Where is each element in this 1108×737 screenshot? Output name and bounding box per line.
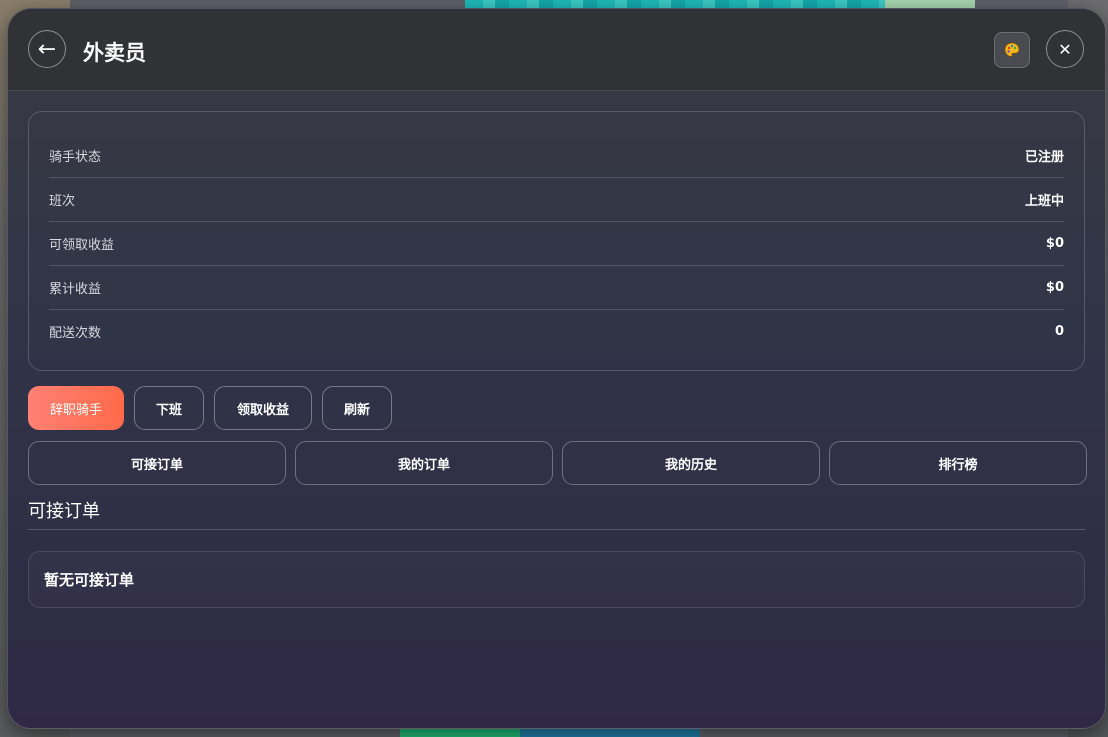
empty-state-text: 暂无可接订单 <box>44 571 135 589</box>
tab-available-orders[interactable]: 可接订单 <box>28 441 286 485</box>
page-title: 外卖员 <box>83 41 146 65</box>
resign-button[interactable]: 辞职骑手 <box>28 386 124 430</box>
empty-orders-card: 暂无可接订单 <box>28 551 1085 608</box>
info-label: 可领取收益 <box>49 238 115 253</box>
info-label: 班次 <box>49 194 76 209</box>
courier-panel: ← 外卖员 ✕ 骑手状态 已注册 班次 上班中 可领取收益 $0 累计收益 $0… <box>7 8 1106 729</box>
info-value: $0 <box>1045 236 1064 251</box>
tab-leaderboard[interactable]: 排行榜 <box>829 441 1087 485</box>
tab-bar: 可接订单 我的订单 我的历史 排行榜 <box>28 441 1087 485</box>
info-row-total-earnings: 累计收益 $0 <box>49 266 1064 310</box>
tab-my-history[interactable]: 我的历史 <box>562 441 820 485</box>
info-row-claimable: 可领取收益 $0 <box>49 222 1064 266</box>
claim-earnings-button[interactable]: 领取收益 <box>214 386 312 430</box>
palette-icon <box>1004 42 1020 57</box>
info-value: 上班中 <box>1024 194 1064 209</box>
back-button[interactable]: ← <box>28 30 66 68</box>
refresh-button[interactable]: 刷新 <box>322 386 392 430</box>
panel-header: ← 外卖员 ✕ <box>8 9 1105 91</box>
back-arrow-icon: ← <box>37 36 57 62</box>
theme-button[interactable] <box>994 32 1030 68</box>
info-row-status: 骑手状态 已注册 <box>49 134 1064 178</box>
info-row-shift: 班次 上班中 <box>49 178 1064 222</box>
info-label: 骑手状态 <box>49 150 102 165</box>
section-title: 可接订单 <box>28 501 100 522</box>
action-bar: 辞职骑手 下班 领取收益 刷新 <box>28 386 392 430</box>
info-value: 已注册 <box>1024 150 1064 165</box>
section-divider <box>28 529 1085 530</box>
rider-info-card: 骑手状态 已注册 班次 上班中 可领取收益 $0 累计收益 $0 配送次数 0 <box>28 111 1085 371</box>
info-value: 0 <box>1054 324 1064 339</box>
tab-my-orders[interactable]: 我的订单 <box>295 441 553 485</box>
info-label: 累计收益 <box>49 282 102 297</box>
close-icon: ✕ <box>1058 39 1072 59</box>
off-duty-button[interactable]: 下班 <box>134 386 204 430</box>
info-value: $0 <box>1045 280 1064 295</box>
info-row-deliveries: 配送次数 0 <box>49 310 1064 353</box>
close-button[interactable]: ✕ <box>1046 30 1084 68</box>
info-label: 配送次数 <box>49 326 102 341</box>
